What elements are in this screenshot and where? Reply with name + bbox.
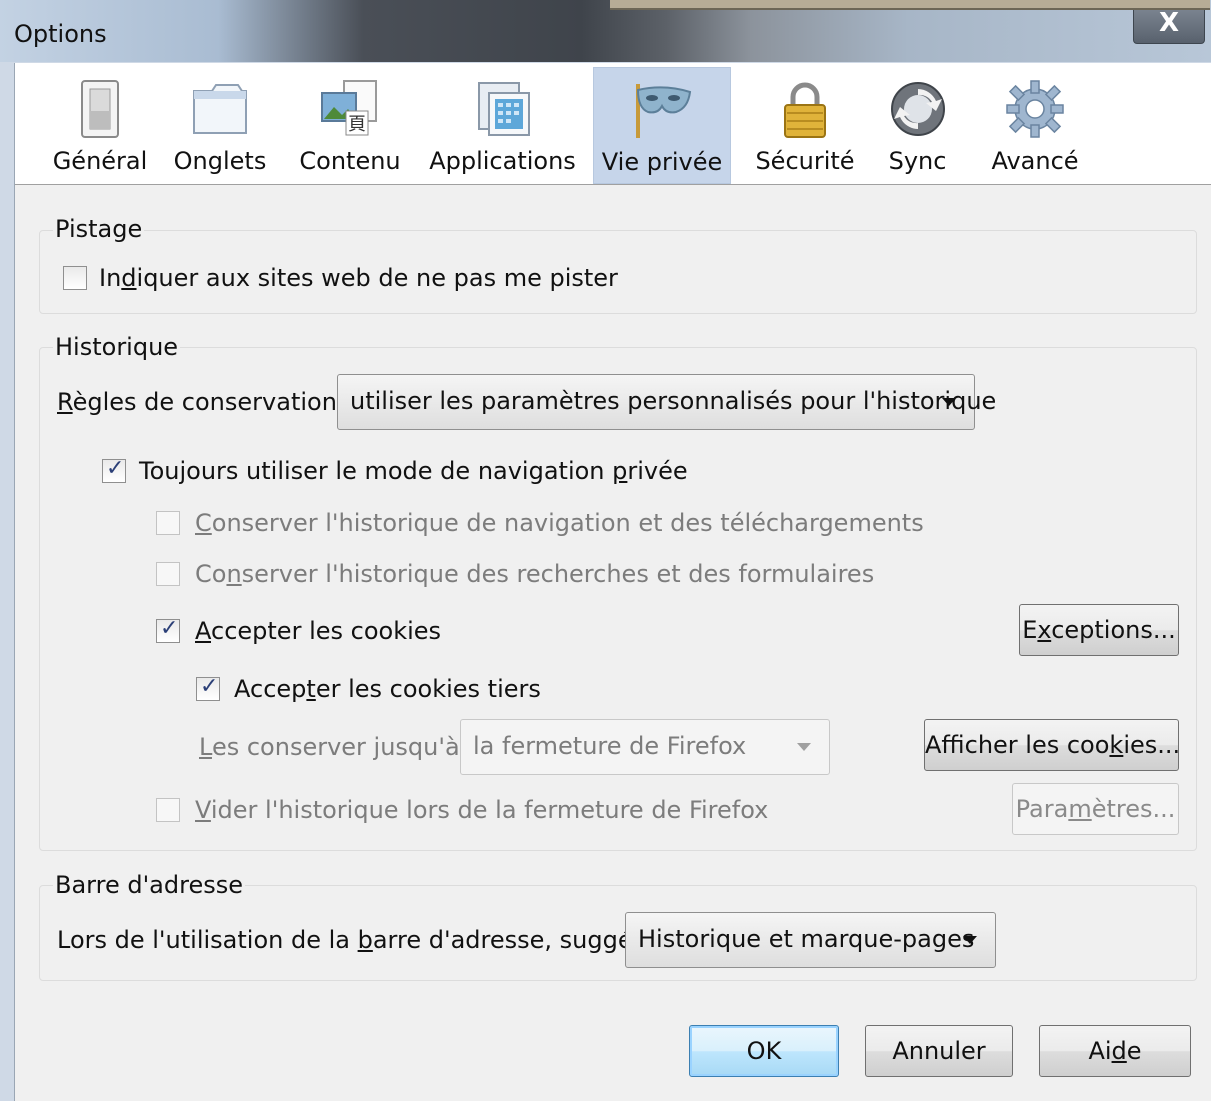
chevron-down-icon: [942, 398, 956, 406]
tab-label: Général: [52, 147, 148, 175]
keep-search-history-checkbox[interactable]: [156, 562, 180, 586]
window-title: Options: [14, 20, 107, 48]
accept-cookies-label[interactable]: Accepter les cookies: [195, 617, 441, 645]
address-bar-legend: Barre d'adresse: [53, 871, 246, 899]
tab-label: Contenu: [299, 147, 401, 175]
show-cookies-button[interactable]: Afficher les cookies...: [924, 719, 1180, 771]
keep-navigation-history-label[interactable]: Conserver l'historique de navigation et …: [195, 509, 924, 537]
cancel-button[interactable]: Annuler: [865, 1025, 1013, 1077]
ok-button[interactable]: OK: [689, 1025, 839, 1077]
sync-icon: [890, 82, 945, 136]
private-mode-checkbox[interactable]: ✓: [102, 456, 126, 483]
tab-label: Sync: [888, 147, 947, 175]
checkmark-icon: ✓: [200, 674, 219, 699]
category-toolbar: Général Onglets 頁 Contenu Applications V…: [15, 63, 1211, 185]
advanced-gear-icon: [1006, 80, 1064, 138]
clear-on-close-checkbox[interactable]: [156, 798, 180, 822]
address-bar-suggest-select[interactable]: Historique et marque-pages: [625, 912, 996, 968]
tabs-icon: [193, 84, 247, 134]
checkmark-icon: ✓: [106, 456, 125, 481]
tab-security[interactable]: Sécurité: [745, 67, 865, 184]
tab-tabs[interactable]: Onglets: [165, 67, 275, 184]
options-dialog-body: Général Onglets 頁 Contenu Applications V…: [14, 63, 1211, 1101]
history-rules-label: Règles de conservation :: [57, 388, 353, 416]
chevron-down-icon: [963, 936, 977, 944]
tab-label: Sécurité: [755, 147, 855, 175]
background-window-edge: [610, 0, 1210, 10]
third-party-cookies-label[interactable]: Accepter les cookies tiers: [234, 675, 541, 703]
keep-until-label: Les conserver jusqu'à :: [199, 733, 476, 761]
tab-advanced[interactable]: Avancé: [980, 67, 1090, 184]
do-not-track-checkbox[interactable]: [63, 266, 87, 290]
keep-until-value: la fermeture de Firefox: [473, 732, 747, 760]
tab-general[interactable]: Général: [45, 67, 155, 184]
general-switch-icon: [81, 80, 119, 138]
keep-navigation-history-checkbox[interactable]: [156, 511, 180, 535]
private-mode-label[interactable]: Toujours utiliser le mode de navigation …: [139, 457, 688, 485]
tab-label: Avancé: [991, 147, 1079, 175]
history-legend: Historique: [53, 333, 181, 361]
checkmark-icon: ✓: [160, 616, 179, 641]
tracking-legend: Pistage: [53, 215, 145, 243]
tab-sync[interactable]: Sync: [875, 67, 960, 184]
clear-settings-button[interactable]: Paramètres...: [1012, 783, 1179, 835]
history-rules-select[interactable]: utiliser les paramètres personnalisés po…: [337, 374, 996, 430]
clear-on-close-label[interactable]: Vider l'historique lors de la fermeture …: [195, 796, 768, 824]
tab-content[interactable]: 頁 Contenu: [290, 67, 410, 184]
applications-icon: [477, 82, 530, 136]
chevron-down-icon: [797, 743, 811, 751]
content-icon: 頁: [321, 80, 377, 136]
keep-until-select[interactable]: la fermeture de Firefox: [460, 719, 830, 775]
tab-label: Onglets: [173, 147, 267, 175]
tab-privacy[interactable]: Vie privée: [593, 67, 731, 184]
do-not-track-label[interactable]: Indiquer aux sites web de ne pas me pist…: [99, 264, 618, 292]
address-bar-suggest-label: Lors de l'utilisation de la barre d'adre…: [57, 926, 683, 954]
tab-label: Applications: [429, 147, 576, 175]
help-button[interactable]: Aide: [1039, 1025, 1191, 1077]
history-rules-value: utiliser les paramètres personnalisés po…: [350, 387, 997, 415]
accept-cookies-checkbox[interactable]: ✓: [156, 616, 180, 643]
third-party-cookies-checkbox[interactable]: ✓: [196, 674, 220, 701]
close-button[interactable]: X: [1133, 4, 1205, 44]
tab-label: Vie privée: [601, 148, 723, 176]
address-bar-suggest-value: Historique et marque-pages: [638, 925, 975, 953]
options-window: Options X Général Onglets 頁 Contenu Appl…: [0, 0, 1211, 1101]
security-lock-icon: [784, 82, 826, 138]
exceptions-button[interactable]: Exceptions...: [1019, 604, 1179, 656]
tab-applications[interactable]: Applications: [425, 67, 580, 184]
privacy-mask-icon: [636, 84, 692, 138]
keep-search-history-label[interactable]: Conserver l'historique des recherches et…: [195, 560, 874, 588]
svg-text:頁: 頁: [348, 114, 366, 135]
